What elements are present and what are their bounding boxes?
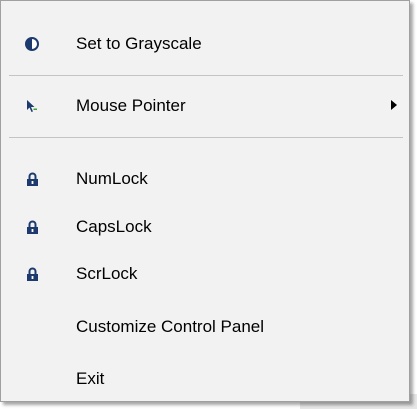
menu-item-numlock[interactable]: NumLock [3,157,407,201]
menu-item-label: Mouse Pointer [76,96,186,115]
menu-item-scrlock[interactable]: ScrLock [3,252,407,296]
menu-separator [9,75,403,76]
lock-icon [22,252,42,296]
menu-item-label: CapsLock [76,217,152,236]
context-menu: Set to Grayscale Mouse Pointer NumLock C… [0,0,410,402]
menu-item-label: ScrLock [76,264,138,283]
menu-item-customize-control-panel[interactable]: Customize Control Panel [3,305,407,349]
menu-item-exit[interactable]: Exit [3,357,407,401]
menu-item-label: Set to Grayscale [76,34,202,53]
menu-separator [9,137,403,138]
submenu-arrow-icon [391,100,397,110]
menu-item-set-to-grayscale[interactable]: Set to Grayscale [3,22,407,66]
menu-item-label: Customize Control Panel [76,317,265,336]
menu-item-mouse-pointer[interactable]: Mouse Pointer [3,84,407,128]
contrast-icon [22,22,42,66]
lock-icon [22,205,42,249]
lock-icon [22,157,42,201]
menu-item-label: Exit [76,369,105,388]
menu-item-label: NumLock [76,169,148,188]
mouse-pointer-icon [22,84,42,128]
menu-item-capslock[interactable]: CapsLock [3,205,407,249]
